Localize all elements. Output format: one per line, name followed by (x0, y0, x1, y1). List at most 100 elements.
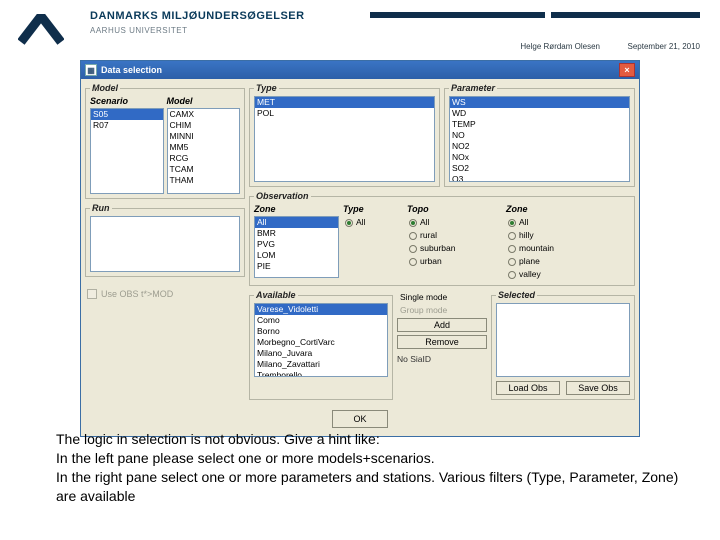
obs-topo-radios[interactable]: All rural suburban urban (407, 216, 502, 268)
radio-option[interactable]: mountain (506, 242, 630, 255)
list-item[interactable]: MET (255, 97, 434, 108)
list-item[interactable]: MM5 (168, 142, 240, 153)
radio-option[interactable]: hilly (506, 229, 630, 242)
list-item[interactable]: All (255, 217, 338, 228)
radio-option[interactable]: plane (506, 255, 630, 268)
radio-icon (508, 232, 516, 240)
obs-type-label: Type (343, 204, 403, 214)
list-item[interactable]: Borno (255, 326, 387, 337)
radio-label: All (519, 216, 528, 229)
radio-label: mountain (519, 242, 554, 255)
radio-option[interactable]: All (343, 216, 403, 229)
radio-option[interactable]: All (506, 216, 630, 229)
scenario-listbox[interactable]: S05 R07 (90, 108, 164, 194)
list-item[interactable]: BMR (255, 228, 338, 239)
list-item[interactable]: CHIM (168, 120, 240, 131)
transfer-controls: Single mode Group mode Add Remove No Sia… (397, 290, 487, 400)
header-accent-bars (370, 12, 700, 18)
radio-option[interactable]: All (407, 216, 502, 229)
list-item[interactable]: NO (450, 130, 629, 141)
radio-label: rural (420, 229, 437, 242)
list-item[interactable]: WD (450, 108, 629, 119)
radio-label: valley (519, 268, 541, 281)
list-item[interactable]: NO2 (450, 141, 629, 152)
dialog-titlebar[interactable]: ▦ Data selection × (81, 61, 639, 79)
list-item[interactable]: Como (255, 315, 387, 326)
obs-topo-label: Topo (407, 204, 502, 214)
close-button[interactable]: × (619, 63, 635, 77)
scenario-label: Scenario (90, 96, 164, 106)
list-item[interactable]: NOx (450, 152, 629, 163)
run-listbox[interactable] (90, 216, 240, 272)
type-legend: Type (254, 83, 279, 93)
list-item[interactable]: RCG (168, 153, 240, 164)
parameter-fieldset: Parameter WS WD TEMP NO NO2 NOx SO2 O3 (444, 83, 635, 187)
model-listbox[interactable]: CAMX CHIM MINNI MM5 RCG TCAM THAM (167, 108, 241, 194)
type-listbox[interactable]: MET POL (254, 96, 435, 182)
list-item[interactable]: WS (450, 97, 629, 108)
available-legend: Available (254, 290, 298, 300)
caption-line: The logic in selection is not obvious. G… (56, 430, 680, 449)
use-obs-checkbox-row[interactable]: Use OBS t*>MOD (85, 281, 245, 307)
list-item[interactable]: Milano_Zavattari (255, 359, 387, 370)
obs-zone-label: Zone (254, 204, 339, 214)
list-item[interactable]: PVG (255, 239, 338, 250)
run-fieldset: Run (85, 203, 245, 277)
radio-icon (409, 219, 417, 227)
radio-icon (409, 245, 417, 253)
observation-fieldset: Observation Zone All BMR PVG LOM PIE T (249, 191, 635, 286)
obs-zone2-radios[interactable]: All hilly mountain plane valley (506, 216, 630, 281)
parameter-legend: Parameter (449, 83, 497, 93)
dialog-icon: ▦ (85, 64, 97, 76)
list-item[interactable]: O3 (450, 174, 629, 182)
save-obs-button[interactable]: Save Obs (566, 381, 630, 395)
list-item[interactable]: Morbegno_CortiVarc (255, 337, 387, 348)
list-item[interactable]: PIE (255, 261, 338, 272)
obs-zone-listbox[interactable]: All BMR PVG LOM PIE (254, 216, 339, 278)
list-item[interactable]: SO2 (450, 163, 629, 174)
ok-button[interactable]: OK (332, 410, 388, 428)
data-selection-dialog: ▦ Data selection × Model Scenario S05 R0… (80, 60, 640, 437)
author-name: Helge Rørdam Olesen (520, 42, 600, 51)
list-item[interactable]: S05 (91, 109, 163, 120)
list-item[interactable]: R07 (91, 120, 163, 131)
list-item[interactable]: Milano_Juvara (255, 348, 387, 359)
list-item[interactable]: TCAM (168, 164, 240, 175)
available-listbox[interactable]: Varese_Vidoletti Como Borno Morbegno_Cor… (254, 303, 388, 377)
slide-date: September 21, 2010 (628, 42, 701, 51)
run-legend: Run (90, 203, 112, 213)
list-item[interactable]: TEMP (450, 119, 629, 130)
list-item[interactable]: MINNI (168, 131, 240, 142)
list-item[interactable]: LOM (255, 250, 338, 261)
add-button[interactable]: Add (397, 318, 487, 332)
obs-type-radios[interactable]: All (343, 216, 403, 229)
list-item[interactable]: Varese_Vidoletti (255, 304, 387, 315)
radio-option[interactable]: Group mode (397, 305, 487, 315)
available-fieldset: Available Varese_Vidoletti Como Borno Mo… (249, 290, 393, 400)
checkbox-icon[interactable] (87, 289, 97, 299)
list-item[interactable]: POL (255, 108, 434, 119)
radio-option[interactable]: suburban (407, 242, 502, 255)
list-item[interactable]: Tremborello (255, 370, 387, 377)
load-obs-button[interactable]: Load Obs (496, 381, 560, 395)
radio-label: All (420, 216, 429, 229)
radio-icon (508, 245, 516, 253)
remove-button[interactable]: Remove (397, 335, 487, 349)
parameter-listbox[interactable]: WS WD TEMP NO NO2 NOx SO2 O3 (449, 96, 630, 182)
university-name: AARHUS UNIVERSITET (90, 26, 187, 35)
radio-label: suburban (420, 242, 455, 255)
radio-option[interactable]: rural (407, 229, 502, 242)
list-item[interactable]: CAMX (168, 109, 240, 120)
radio-option[interactable]: valley (506, 268, 630, 281)
radio-icon (345, 219, 353, 227)
institution-logo (18, 14, 64, 46)
slide-caption: The logic in selection is not obvious. G… (56, 430, 680, 506)
radio-option[interactable]: Single mode (397, 292, 487, 302)
caption-line: In the right pane select one or more par… (56, 468, 680, 506)
selected-listbox[interactable] (496, 303, 630, 377)
observation-legend: Observation (254, 191, 311, 201)
radio-label: hilly (519, 229, 534, 242)
obs-zone2-label: Zone (506, 204, 630, 214)
radio-option[interactable]: urban (407, 255, 502, 268)
list-item[interactable]: THAM (168, 175, 240, 186)
